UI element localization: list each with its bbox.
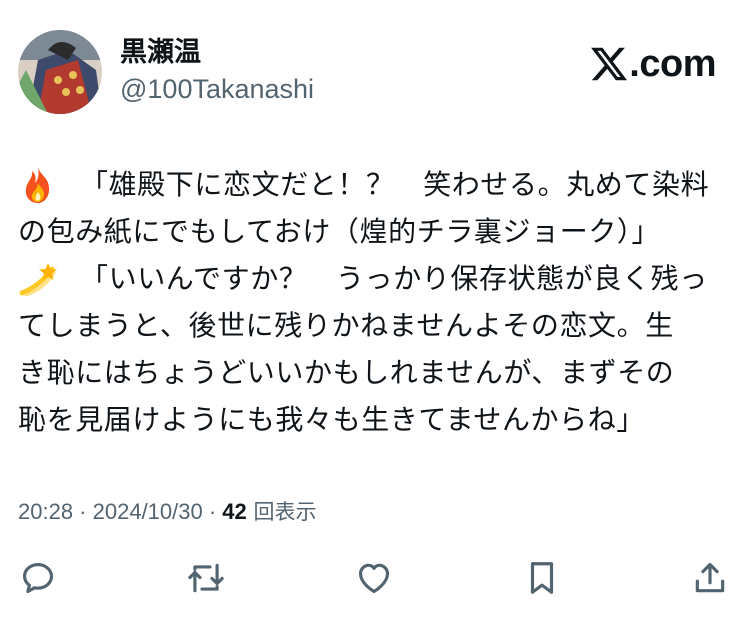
meta-separator: · [73,499,93,524]
tweet-line: 「雄殿下に恋文だと！？ 笑わせる。丸めて染料 [18,161,734,208]
author-name[interactable]: 黒瀬温 [120,36,201,70]
tweet-line-text: 「雄殿下に恋文だと！？ 笑わせる。丸めて染料 [80,168,710,201]
views-count: 42 [222,499,247,524]
like-icon [358,563,390,594]
reply-icon [22,562,54,594]
tweet-line: 恥を見届けようにも我々も生きてませんからね」 [18,396,734,443]
fire-emoji-icon [18,165,58,205]
tweet-line: 「いいんですか？ うっかり保存状態が良く残っ [18,255,734,302]
views-label: 回表示 [246,500,317,524]
tweet-date[interactable]: 2024/10/30 [93,499,203,524]
brand-logo: .com [589,44,716,84]
like-button[interactable] [352,556,396,600]
share-button[interactable] [688,556,732,600]
reply-button[interactable] [16,556,60,600]
action-bar [0,556,750,600]
tweet-meta: 20:28 · 2024/10/30 · 42 回表示 [18,495,316,529]
tweet-line-text: 恥を見届けようにも我々も生きてませんからね」 [18,403,645,436]
author-handle[interactable]: @100Takanashi [120,72,314,106]
tweet-line-text: てしまうと、後世に残りかねませんよその恋文。生 [18,309,674,342]
retweet-icon [188,563,224,593]
tweet-line: き恥にはちょうどいいかもしれませんが、まずその [18,349,734,396]
tweet-time[interactable]: 20:28 [18,499,73,524]
tweet-line: てしまうと、後世に残りかねませんよその恋文。生 [18,302,734,349]
share-icon [695,562,725,593]
bookmark-icon [530,562,554,594]
tweet-text: 「雄殿下に恋文だと！？ 笑わせる。丸めて染料 の包み紙にでもしておけ（煌的チラ裏… [18,161,734,443]
tweet-line-text: 「いいんですか？ うっかり保存状態が良く残っ [80,262,708,295]
x-logo-icon [591,47,628,81]
meta-separator: · [202,499,223,524]
tweet-line: の包み紙にでもしておけ（煌的チラ裏ジョーク）」 [18,208,734,255]
brand-text: .com [629,43,716,85]
retweet-button[interactable] [184,556,228,600]
bookmark-button[interactable] [520,556,564,600]
avatar[interactable] [18,30,102,114]
dizzy-emoji-icon [18,259,58,299]
tweet-line-text: の包み紙にでもしておけ（煌的チラ裏ジョーク）」 [18,215,661,248]
tweet-line-text: き恥にはちょうどいいかもしれませんが、まずその [18,356,675,389]
